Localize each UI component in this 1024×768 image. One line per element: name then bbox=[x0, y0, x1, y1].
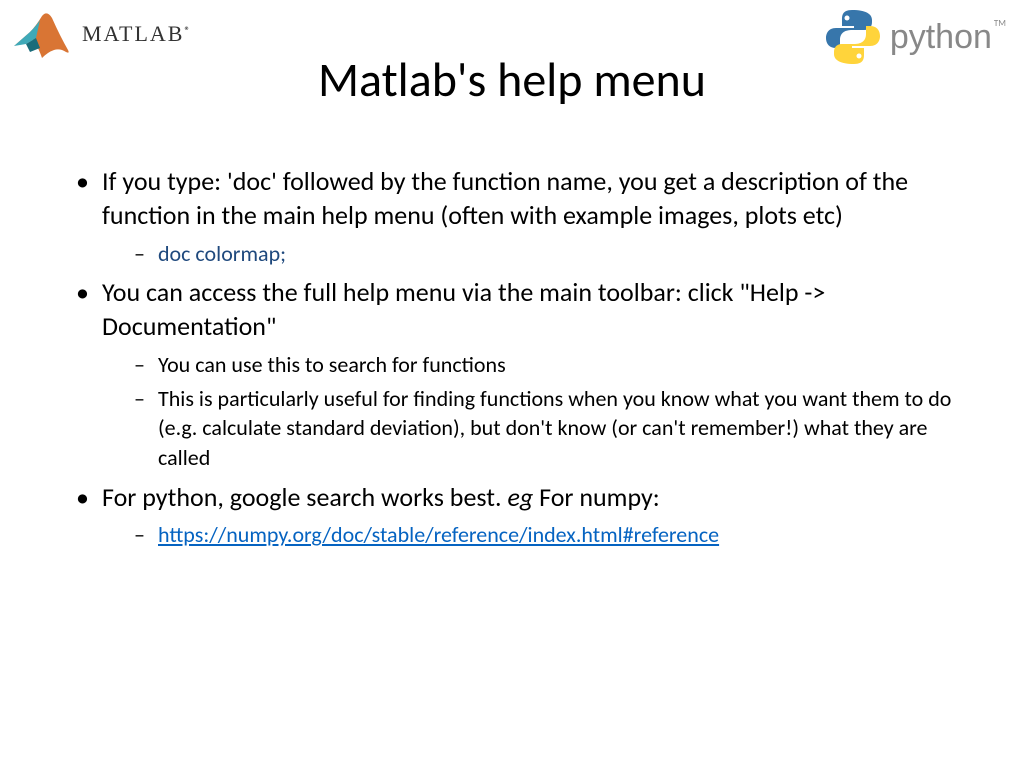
matlab-wordmark: MATLAB® bbox=[82, 21, 190, 47]
slide-content: If you type: 'doc' followed by the funct… bbox=[0, 110, 1024, 550]
bullet-item: For python, google search works best. eg… bbox=[70, 481, 954, 550]
bullet-text-pre: For python, google search works best. bbox=[102, 481, 507, 513]
sub-item: doc colormap; bbox=[102, 239, 954, 269]
sub-item: This is particularly useful for finding … bbox=[102, 384, 954, 473]
bullet-text-eg: eg bbox=[507, 481, 533, 513]
sub-list: You can use this to search for functions… bbox=[102, 350, 954, 473]
bullet-item: You can access the full help menu via th… bbox=[70, 276, 954, 472]
sub-item: https://numpy.org/doc/stable/reference/i… bbox=[102, 520, 954, 550]
sub-item: You can use this to search for functions bbox=[102, 350, 954, 380]
numpy-link[interactable]: https://numpy.org/doc/stable/reference/i… bbox=[158, 521, 719, 548]
bullet-text: You can access the full help menu via th… bbox=[102, 276, 825, 342]
sub-list: doc colormap; bbox=[102, 239, 954, 269]
bullet-item: If you type: 'doc' followed by the funct… bbox=[70, 165, 954, 268]
bullet-list: If you type: 'doc' followed by the funct… bbox=[70, 165, 954, 550]
slide-title: Matlab's help menu bbox=[0, 50, 1024, 109]
slide-header: MATLAB® pythonTM Matlab's help menu bbox=[0, 0, 1024, 110]
bullet-text-post: For numpy: bbox=[533, 481, 659, 513]
code-text: doc colormap; bbox=[158, 240, 286, 267]
sub-list: https://numpy.org/doc/stable/reference/i… bbox=[102, 520, 954, 550]
bullet-text: If you type: 'doc' followed by the funct… bbox=[102, 165, 908, 231]
